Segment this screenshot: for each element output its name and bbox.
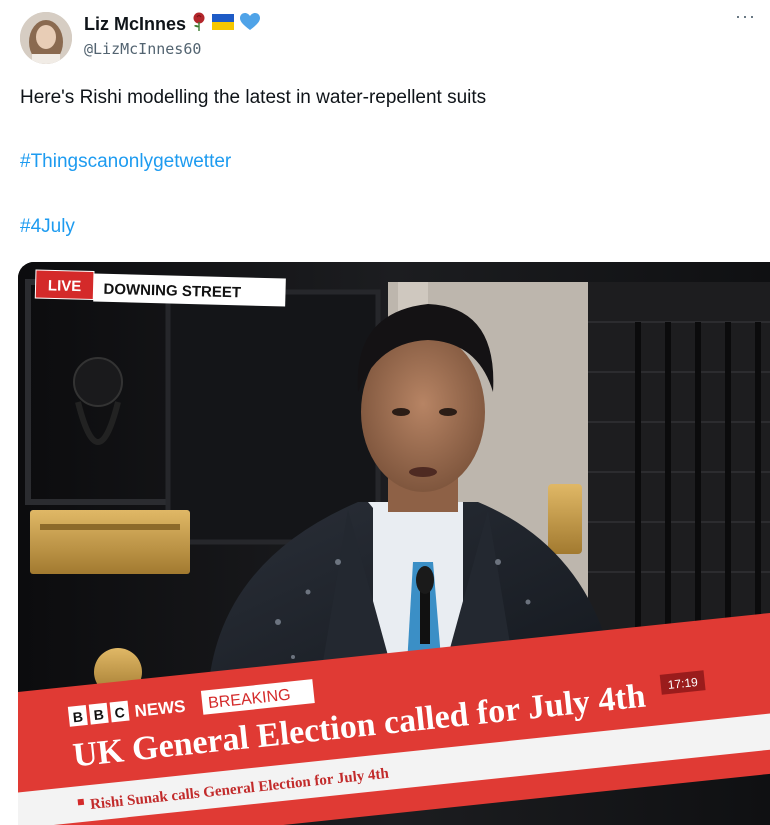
- author-handle[interactable]: @LizMcInnes60: [84, 40, 201, 58]
- live-badge: LIVE: [48, 277, 82, 295]
- rose-icon: [192, 12, 206, 37]
- avatar[interactable]: [20, 12, 72, 64]
- tweet-media-image[interactable]: LIVE DOWNING STREET B B C NEWS BREAKING …: [18, 262, 770, 825]
- bbc-letter: B: [93, 706, 105, 723]
- tweet-text: Here's Rishi modelling the latest in wat…: [20, 87, 487, 108]
- author-display-name[interactable]: Liz McInnes: [84, 14, 186, 35]
- hashtag-link[interactable]: #4July: [20, 216, 75, 238]
- author-name-row[interactable]: Liz McInnes: [84, 12, 261, 37]
- hashtag-link[interactable]: #Thingscanonlygetwetter: [20, 151, 231, 173]
- more-options-icon[interactable]: ···: [735, 6, 756, 27]
- location-label: DOWNING STREET: [103, 281, 241, 302]
- blue-heart-icon: [240, 13, 261, 36]
- ukraine-flag-icon: [212, 14, 235, 35]
- bbc-letter: C: [114, 704, 126, 721]
- bbc-letter: B: [72, 708, 84, 725]
